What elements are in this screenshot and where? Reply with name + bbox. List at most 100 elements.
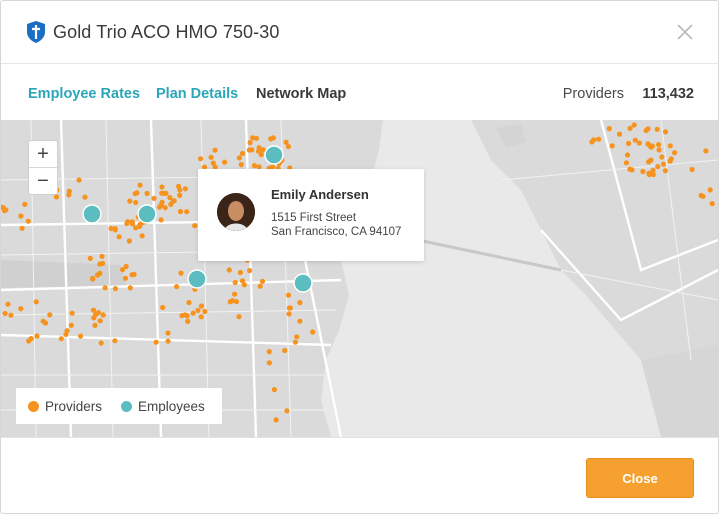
provider-marker[interactable] bbox=[202, 308, 208, 315]
provider-marker[interactable] bbox=[236, 155, 242, 161]
provider-marker[interactable] bbox=[667, 143, 673, 149]
provider-marker[interactable] bbox=[116, 234, 122, 240]
provider-marker[interactable] bbox=[178, 270, 184, 276]
provider-marker[interactable] bbox=[100, 260, 106, 266]
provider-marker[interactable] bbox=[82, 194, 88, 200]
provider-marker[interactable] bbox=[34, 333, 40, 339]
provider-marker[interactable] bbox=[122, 275, 129, 281]
provider-marker[interactable] bbox=[195, 307, 201, 313]
provider-marker[interactable] bbox=[212, 147, 218, 153]
provider-marker[interactable] bbox=[18, 213, 24, 219]
employee-marker[interactable] bbox=[187, 269, 207, 289]
provider-marker[interactable] bbox=[238, 162, 244, 168]
provider-marker[interactable] bbox=[184, 209, 190, 215]
provider-marker[interactable] bbox=[19, 225, 25, 231]
provider-marker[interactable] bbox=[631, 122, 637, 128]
provider-marker[interactable] bbox=[283, 139, 289, 145]
provider-marker[interactable] bbox=[251, 163, 258, 169]
provider-marker[interactable] bbox=[662, 168, 669, 174]
provider-marker[interactable] bbox=[2, 208, 8, 214]
provider-marker[interactable] bbox=[258, 152, 264, 158]
provider-marker[interactable] bbox=[158, 217, 164, 223]
provider-marker[interactable] bbox=[69, 310, 75, 316]
provider-marker[interactable] bbox=[63, 331, 69, 337]
provider-marker[interactable] bbox=[645, 126, 651, 132]
provider-marker[interactable] bbox=[259, 278, 266, 284]
provider-marker[interactable] bbox=[182, 186, 188, 192]
provider-marker[interactable] bbox=[640, 168, 646, 175]
provider-marker[interactable] bbox=[174, 284, 180, 290]
provider-marker[interactable] bbox=[689, 166, 695, 173]
provider-marker[interactable] bbox=[185, 318, 191, 324]
provider-marker[interactable] bbox=[177, 187, 183, 193]
tab-employee-rates[interactable]: Employee Rates bbox=[28, 86, 140, 102]
provider-marker[interactable] bbox=[247, 268, 253, 274]
provider-marker[interactable] bbox=[626, 140, 632, 147]
provider-marker[interactable] bbox=[22, 201, 28, 207]
provider-marker[interactable] bbox=[90, 307, 97, 313]
provider-marker[interactable] bbox=[123, 263, 129, 270]
provider-marker[interactable] bbox=[210, 160, 216, 166]
provider-marker[interactable] bbox=[294, 334, 300, 340]
provider-marker[interactable] bbox=[58, 336, 64, 342]
provider-marker[interactable] bbox=[160, 304, 166, 311]
provider-marker[interactable] bbox=[629, 167, 635, 173]
provider-marker[interactable] bbox=[256, 145, 262, 151]
provider-marker[interactable] bbox=[286, 311, 292, 317]
provider-marker[interactable] bbox=[68, 322, 74, 328]
provider-marker[interactable] bbox=[707, 187, 713, 193]
employee-marker[interactable] bbox=[264, 145, 284, 165]
provider-marker[interactable] bbox=[257, 283, 263, 289]
provider-marker[interactable] bbox=[177, 192, 183, 198]
provider-marker[interactable] bbox=[126, 238, 132, 244]
provider-marker[interactable] bbox=[159, 199, 165, 205]
provider-marker[interactable] bbox=[26, 338, 32, 344]
provider-marker[interactable] bbox=[589, 139, 595, 145]
provider-marker[interactable] bbox=[161, 190, 167, 196]
provider-marker[interactable] bbox=[134, 190, 140, 196]
provider-marker[interactable] bbox=[656, 147, 662, 153]
provider-marker[interactable] bbox=[241, 282, 247, 288]
provider-marker[interactable] bbox=[184, 313, 190, 319]
provider-marker[interactable] bbox=[297, 318, 303, 324]
provider-marker[interactable] bbox=[266, 360, 272, 366]
provider-marker[interactable] bbox=[87, 255, 93, 261]
provider-marker[interactable] bbox=[292, 339, 298, 345]
provider-marker[interactable] bbox=[648, 144, 654, 150]
provider-marker[interactable] bbox=[97, 318, 103, 324]
provider-marker[interactable] bbox=[648, 157, 654, 163]
provider-marker[interactable] bbox=[76, 177, 82, 183]
provider-marker[interactable] bbox=[646, 171, 652, 178]
provider-marker[interactable] bbox=[137, 182, 143, 188]
provider-marker[interactable] bbox=[247, 140, 253, 146]
provider-marker[interactable] bbox=[660, 161, 667, 167]
provider-marker[interactable] bbox=[66, 192, 72, 198]
provider-marker[interactable] bbox=[192, 223, 198, 229]
provider-marker[interactable] bbox=[159, 184, 165, 190]
provider-marker[interactable] bbox=[297, 300, 303, 306]
provider-marker[interactable] bbox=[654, 126, 660, 132]
provider-marker[interactable] bbox=[222, 159, 228, 165]
provider-marker[interactable] bbox=[151, 195, 157, 201]
provider-marker[interactable] bbox=[90, 275, 96, 281]
zoom-in-button[interactable]: + bbox=[29, 141, 57, 168]
provider-marker[interactable] bbox=[8, 312, 14, 318]
provider-marker[interactable] bbox=[144, 190, 150, 196]
provider-marker[interactable] bbox=[97, 270, 103, 276]
provider-marker[interactable] bbox=[78, 333, 84, 339]
provider-marker[interactable] bbox=[131, 271, 137, 277]
provider-marker[interactable] bbox=[656, 142, 662, 148]
provider-marker[interactable] bbox=[129, 221, 135, 227]
provider-marker[interactable] bbox=[25, 218, 31, 224]
provider-marker[interactable] bbox=[47, 312, 53, 318]
provider-marker[interactable] bbox=[632, 137, 638, 143]
provider-marker[interactable] bbox=[127, 285, 133, 291]
provider-marker[interactable] bbox=[268, 136, 274, 142]
provider-marker[interactable] bbox=[624, 152, 631, 158]
provider-marker[interactable] bbox=[273, 417, 279, 423]
provider-marker[interactable] bbox=[232, 279, 238, 286]
provider-marker[interactable] bbox=[112, 338, 118, 344]
provider-marker[interactable] bbox=[709, 201, 715, 207]
provider-marker[interactable] bbox=[266, 349, 272, 355]
provider-marker[interactable] bbox=[282, 347, 288, 354]
